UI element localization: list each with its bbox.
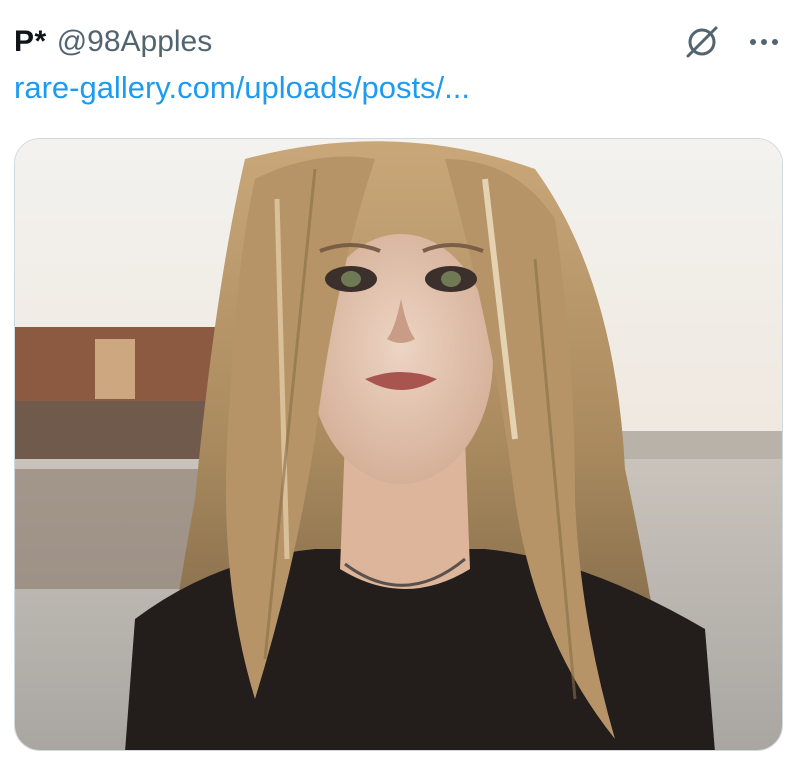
post-link[interactable]: rare-gallery.com/uploads/posts/... xyxy=(14,70,470,106)
header-actions xyxy=(682,22,780,62)
portrait-photo xyxy=(15,139,782,750)
more-options-icon[interactable] xyxy=(748,36,780,48)
post-media-photo[interactable] xyxy=(14,138,783,751)
mute-icon[interactable] xyxy=(682,22,722,62)
display-name[interactable]: P* xyxy=(14,25,47,59)
post: P* @98Apples rare-gallery.com/uploads/po… xyxy=(0,0,800,757)
user-handle[interactable]: @98Apples xyxy=(57,25,213,59)
post-header: P* @98Apples xyxy=(14,22,780,62)
